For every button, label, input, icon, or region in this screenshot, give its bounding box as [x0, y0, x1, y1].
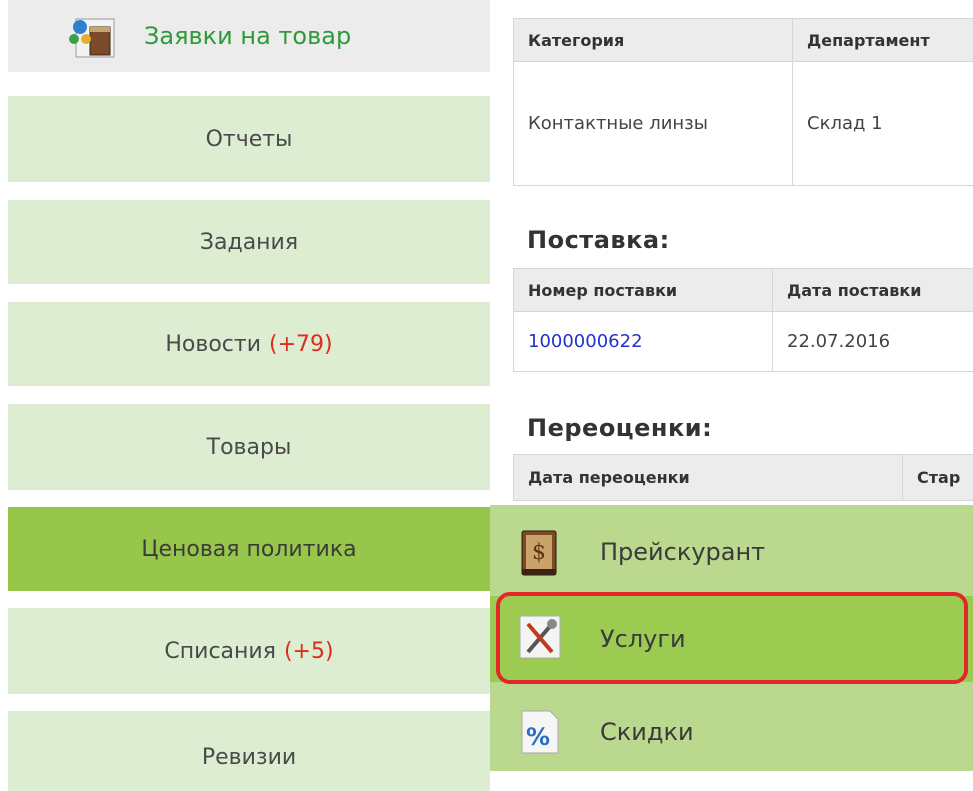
nav-item-pricing-policy[interactable]: Ценовая политика — [8, 507, 490, 591]
cell-delivery-number[interactable]: 1000000622 — [514, 312, 773, 372]
submenu-item-label: Скидки — [600, 718, 694, 746]
nav-item-tasks[interactable]: Задания — [8, 200, 490, 284]
nav-item-audits[interactable]: Ревизии — [8, 711, 490, 791]
orders-icon — [46, 13, 118, 59]
cell-delivery-date: 22.07.2016 — [773, 312, 973, 372]
delivery-number-link[interactable]: 1000000622 — [528, 331, 643, 352]
nav-item-label: Задания — [200, 230, 298, 255]
column-header-old: Стар — [903, 455, 973, 501]
column-header-delivery-date: Дата поставки — [773, 269, 973, 312]
cell-category: Контактные линзы — [514, 62, 793, 186]
column-header-category: Категория — [514, 19, 793, 62]
svg-text:$: $ — [532, 540, 546, 565]
nav-item-write-offs[interactable]: Списания (+5) — [8, 608, 490, 694]
nav-item-orders[interactable]: Заявки на товар — [8, 0, 490, 72]
column-header-delivery-number: Номер поставки — [514, 269, 773, 312]
column-header-department: Департамент — [793, 19, 973, 62]
revaluations-section-title: Переоценки: — [527, 414, 712, 442]
nav-item-label: Ревизии — [202, 745, 296, 770]
nav-item-label: Ценовая политика — [141, 537, 356, 562]
submenu-item-label: Прейскурант — [600, 538, 765, 566]
submenu-item-discounts[interactable]: % Скидки — [490, 689, 973, 775]
delivery-table: Номер поставки Дата поставки 1000000622 … — [513, 268, 973, 372]
nav-item-label: Списания — [164, 639, 276, 664]
svg-text:%: % — [526, 723, 550, 751]
revaluations-table: Дата переоценки Стар — [513, 454, 973, 501]
column-header-revaluation-date: Дата переоценки — [514, 455, 903, 501]
nav-item-orders-label: Заявки на товар — [144, 22, 351, 50]
price-list-book-icon: $ — [518, 529, 562, 575]
discount-percent-icon: % — [518, 709, 562, 755]
submenu-item-price-list[interactable]: $ Прейскурант — [490, 509, 973, 595]
nav-item-label: Новости — [165, 332, 261, 357]
nav-item-products[interactable]: Товары — [8, 404, 490, 490]
news-count-badge: (+79) — [269, 332, 333, 357]
write-offs-count-badge: (+5) — [284, 639, 334, 664]
nav-item-label: Отчеты — [206, 127, 293, 152]
category-table: Категория Департамент Контактные линзы С… — [513, 18, 973, 186]
nav-item-reports[interactable]: Отчеты — [8, 96, 490, 182]
nav-item-news[interactable]: Новости (+79) — [8, 302, 490, 386]
delivery-section-title: Поставка: — [527, 226, 670, 254]
nav-item-label: Товары — [207, 435, 292, 460]
cell-department: Склад 1 — [793, 62, 973, 186]
highlight-annotation — [496, 592, 968, 684]
